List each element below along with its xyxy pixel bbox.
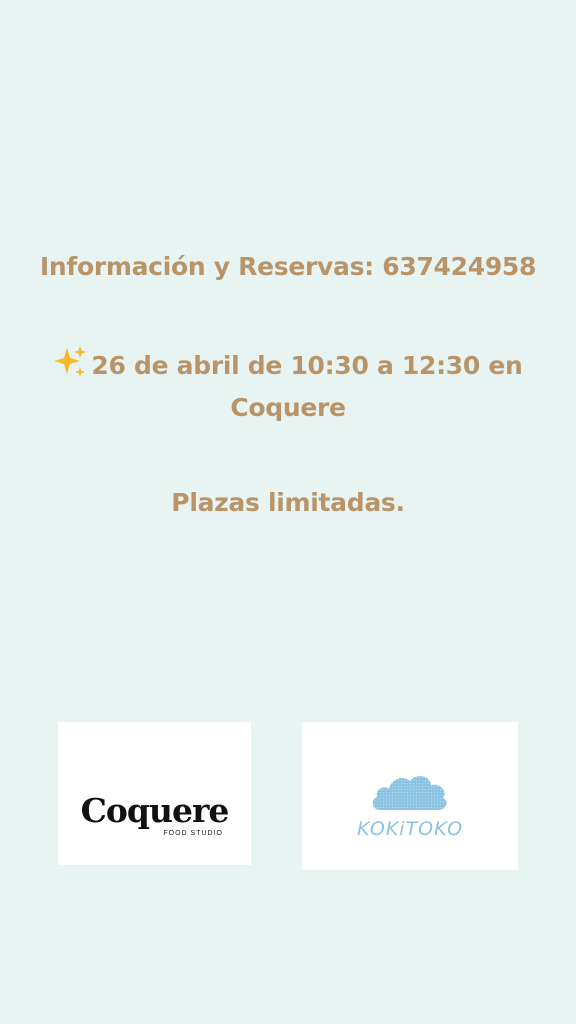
coquere-logo-subtitle: FOOD STUDIO [163,830,223,837]
event-location-text: Coquere [230,393,346,422]
event-date-line: 26 de abril de 10:30 a 12:30 en [0,345,576,380]
cloud-icon [372,776,447,810]
kokitoko-logo-card: KOKiTOKO [302,722,518,870]
coquere-logo-card: Coquere FOOD STUDIO [58,722,251,865]
kokitoko-logo-name: KOKiTOKO [356,818,464,840]
event-date-text: 26 de abril de 10:30 a 12:30 en [91,351,523,380]
plazas-limitadas-text: Plazas limitadas. [171,488,405,517]
info-reservas-text: Información y Reservas: 637424958 [39,252,537,281]
sparkles-icon [54,346,87,377]
coquere-logo-name: Coquere [80,791,230,830]
